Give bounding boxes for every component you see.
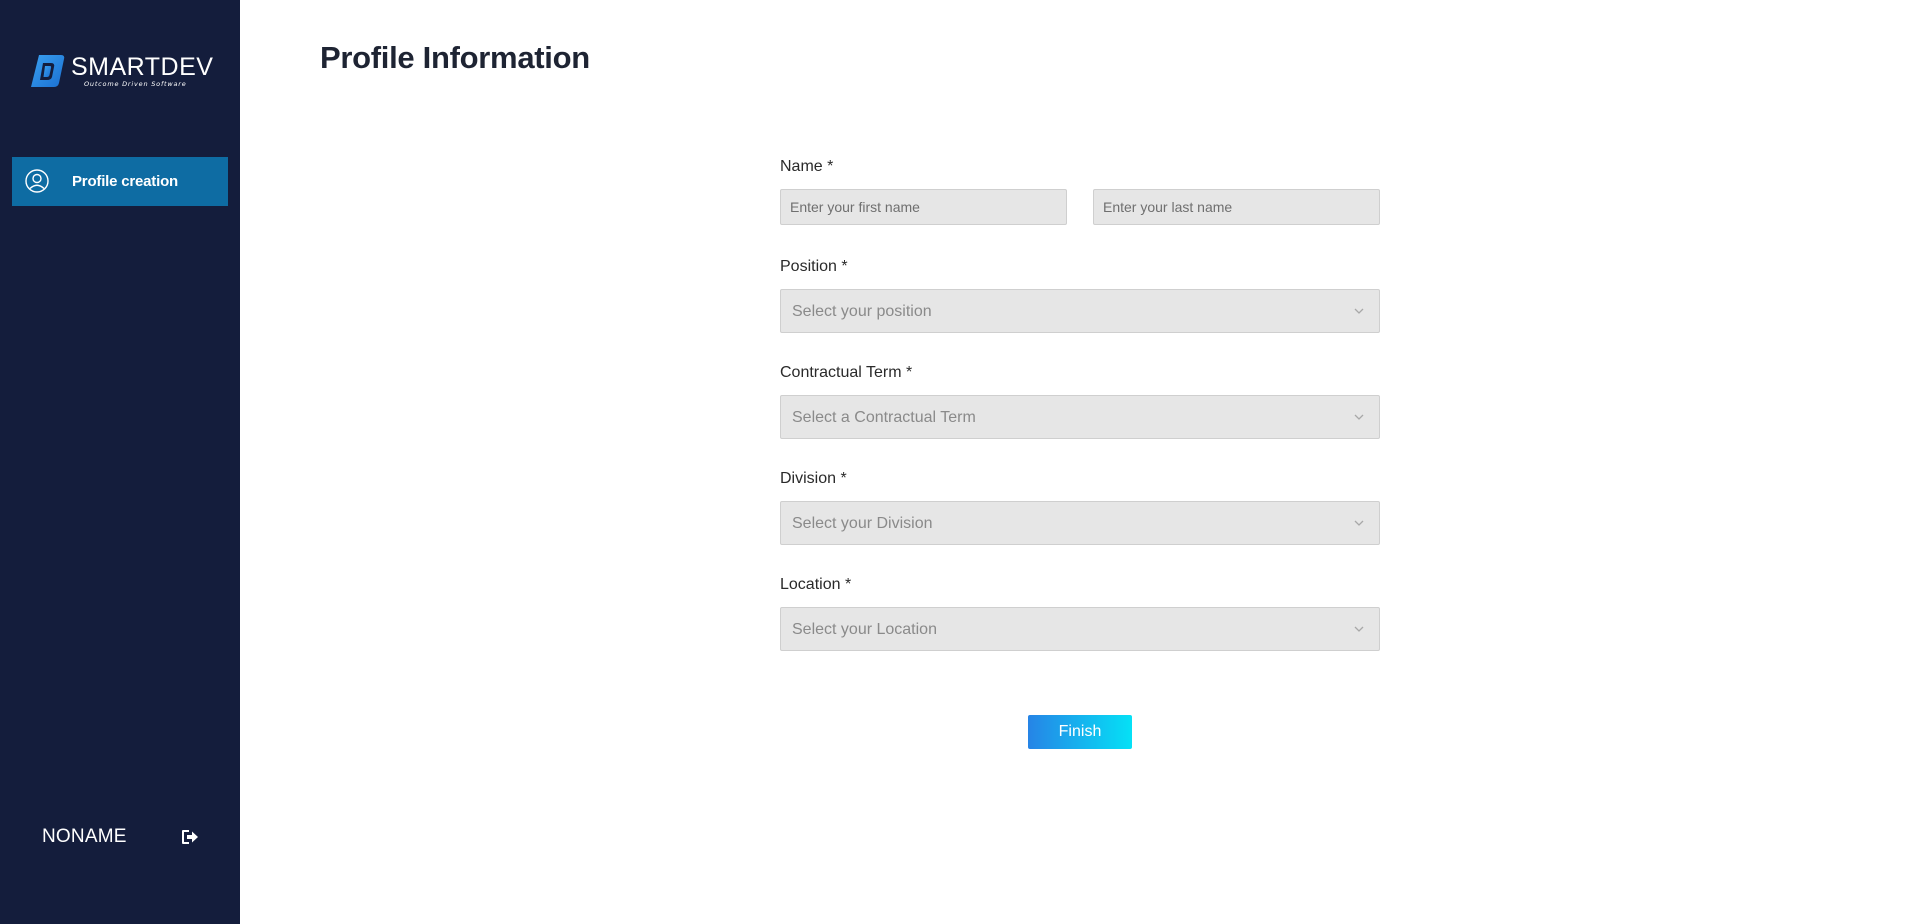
- app-root: SMARTDEV Outcome Driven Software Profile…: [0, 0, 1920, 924]
- brand-tagline: Outcome Driven Software: [84, 80, 187, 88]
- division-label: Division *: [780, 470, 847, 487]
- sidebar-item-profile-creation[interactable]: Profile creation: [12, 157, 228, 206]
- division-select[interactable]: Select your Division: [780, 501, 1380, 545]
- sidebar: SMARTDEV Outcome Driven Software Profile…: [0, 0, 240, 924]
- user-circle-icon: [25, 169, 49, 193]
- contractual-term-select-placeholder: Select a Contractual Term: [792, 409, 976, 426]
- position-select[interactable]: Select your position: [780, 289, 1380, 333]
- finish-button[interactable]: Finish: [1028, 715, 1132, 749]
- chevron-down-icon: [1354, 520, 1364, 526]
- sidebar-item-label: Profile creation: [72, 173, 178, 190]
- user-name: NONAME: [42, 826, 127, 847]
- contractual-term-select[interactable]: Select a Contractual Term: [780, 395, 1380, 439]
- brand-name: SMARTDEV: [71, 53, 214, 81]
- location-select[interactable]: Select your Location: [780, 607, 1380, 651]
- division-select-placeholder: Select your Division: [792, 515, 933, 532]
- position-label: Position *: [780, 258, 848, 275]
- logout-icon[interactable]: [181, 829, 199, 845]
- location-select-placeholder: Select your Location: [792, 621, 937, 638]
- chevron-down-icon: [1354, 414, 1364, 420]
- last-name-input[interactable]: [1093, 189, 1380, 225]
- chevron-down-icon: [1354, 626, 1364, 632]
- position-select-placeholder: Select your position: [792, 303, 932, 320]
- chevron-down-icon: [1354, 308, 1364, 314]
- page-title: Profile Information: [320, 40, 590, 75]
- contractual-term-label: Contractual Term *: [780, 364, 913, 381]
- brand-logo[interactable]: SMARTDEV Outcome Driven Software: [31, 52, 214, 92]
- location-label: Location *: [780, 576, 852, 593]
- name-label: Name *: [780, 158, 834, 175]
- first-name-input[interactable]: [780, 189, 1067, 225]
- smartdev-logo-icon: [31, 55, 65, 87]
